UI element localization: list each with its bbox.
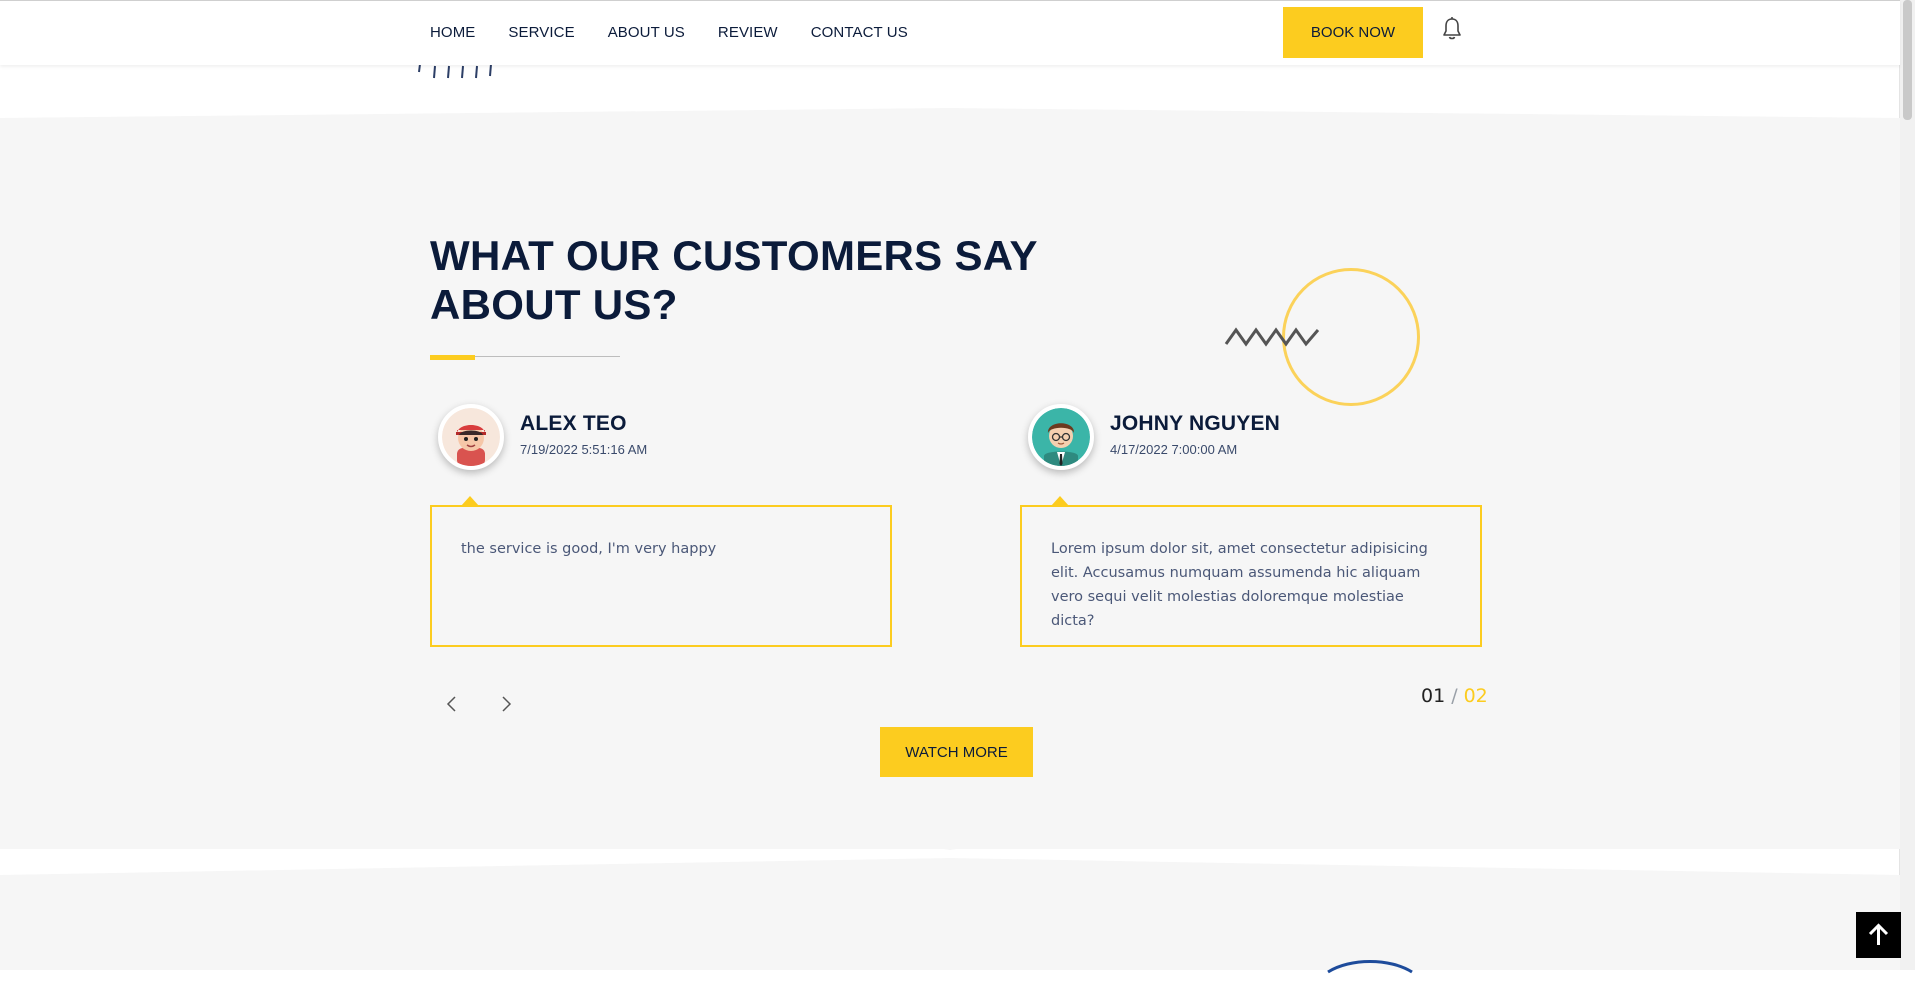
section-bottom-wave (0, 838, 1900, 878)
avatar (1028, 404, 1094, 470)
nav-contact-us[interactable]: CONTACT US (811, 24, 908, 41)
bell-icon[interactable] (1441, 16, 1463, 42)
nav-service[interactable]: SERVICE (508, 24, 574, 41)
slide-pager: 01/02 (1421, 685, 1488, 707)
section-title: WHAT OUR CUSTOMERS SAY ABOUT US? (430, 232, 1038, 328)
back-to-top-button[interactable] (1856, 912, 1901, 958)
decorative-circle-partial (1327, 960, 1413, 974)
nav-about-us[interactable]: ABOUT US (608, 24, 685, 41)
book-now-button[interactable]: BOOK NOW (1283, 7, 1423, 58)
pager-separator: / (1451, 685, 1458, 707)
page-scrollbar[interactable] (1899, 0, 1915, 970)
title-accent-bar (430, 355, 475, 360)
avatar-illustration-boy-red-cap (442, 408, 500, 466)
nav-review[interactable]: REVIEW (718, 24, 778, 41)
main-nav: HOME SERVICE ABOUT US REVIEW CONTACT US (430, 24, 941, 41)
arrow-up-icon (1868, 923, 1889, 945)
review-text: the service is good, I'm very happy (461, 541, 717, 557)
customer-name: JOHNY NGUYEN (1110, 412, 1281, 435)
avatar-illustration-man-glasses (1032, 408, 1090, 466)
review-date: 7/19/2022 5:51:16 AM (520, 442, 648, 457)
decorative-zigzag (1224, 327, 1320, 347)
review-box: the service is good, I'm very happy (430, 505, 892, 647)
review-date: 4/17/2022 7:00:00 AM (1110, 442, 1238, 457)
watch-more-button[interactable]: WATCH MORE (880, 727, 1033, 777)
scrollbar-thumb[interactable] (1903, 0, 1912, 120)
pager-total: 02 (1463, 685, 1488, 707)
customer-name: ALEX TEO (520, 412, 627, 435)
nav-home[interactable]: HOME (430, 24, 475, 41)
avatar (438, 404, 504, 470)
chevron-right-icon[interactable] (494, 692, 518, 716)
chevron-left-icon[interactable] (440, 692, 464, 716)
next-section (0, 875, 1900, 970)
pager-current: 01 (1421, 685, 1446, 707)
review-box: Lorem ipsum dolor sit, amet consectetur … (1020, 505, 1482, 647)
review-text: Lorem ipsum dolor sit, amet consectetur … (1051, 541, 1428, 629)
site-header: HOME SERVICE ABOUT US REVIEW CONTACT US … (0, 0, 1900, 65)
